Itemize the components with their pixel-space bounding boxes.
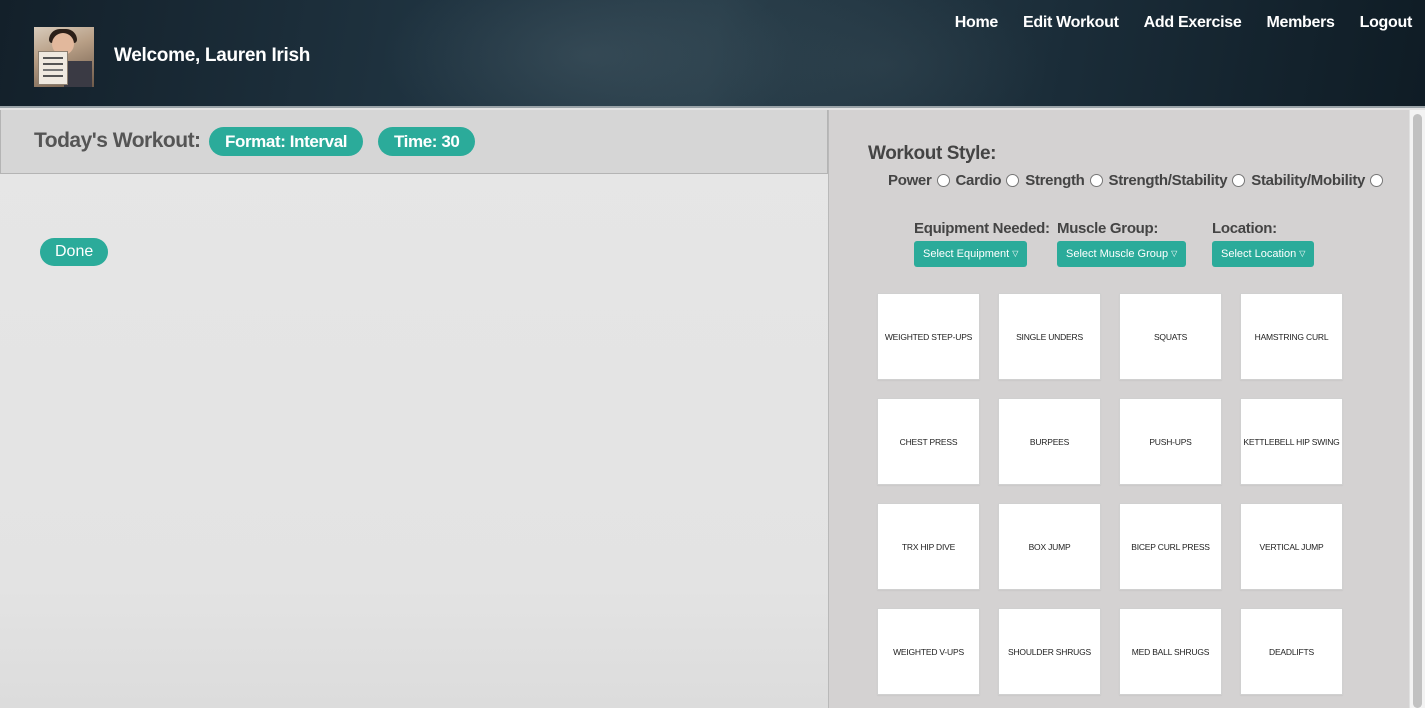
radio-strength-stability[interactable]	[1232, 174, 1246, 187]
top-nav: Home Edit Workout Add Exercise Members L…	[955, 14, 1413, 32]
muscle-group-dropdown[interactable]: Select Muscle Group ▽	[1057, 241, 1187, 267]
exercise-card[interactable]: PUSH-UPS	[1119, 398, 1222, 485]
welcome-text: Welcome, Lauren Irish	[114, 45, 311, 66]
chevron-down-icon: ▽	[1171, 249, 1178, 258]
style-option-stability-mobility[interactable]: Stability/Mobility	[1251, 172, 1384, 189]
location-dropdown[interactable]: Select Location ▽	[1212, 241, 1315, 267]
style-option-power[interactable]: Power	[888, 172, 950, 189]
today-workout-bar: Today's Workout: Format: Interval Time: …	[0, 110, 828, 174]
avatar[interactable]	[34, 27, 94, 87]
exercise-card[interactable]: SQUATS	[1119, 293, 1222, 380]
app-header: Welcome, Lauren Irish Home Edit Workout …	[0, 0, 1425, 108]
exercise-panel: Workout Style: Power Cardio Strength Str…	[828, 110, 1425, 708]
nav-edit-workout[interactable]: Edit Workout	[1023, 14, 1119, 32]
chevron-down-icon: ▽	[1012, 249, 1019, 258]
exercise-card[interactable]: SINGLE UNDERS	[998, 293, 1101, 380]
style-option-cardio[interactable]: Cardio	[956, 172, 1020, 189]
exercise-card[interactable]: BICEP CURL PRESS	[1119, 503, 1222, 590]
exercise-card[interactable]: HAMSTRING CURL	[1240, 293, 1343, 380]
exercise-grid: WEIGHTED STEP-UPS SINGLE UNDERS SQUATS H…	[877, 293, 1343, 695]
done-button[interactable]: Done	[40, 238, 109, 266]
exercise-card[interactable]: BURPEES	[998, 398, 1101, 485]
exercise-card[interactable]: TRX HIP DIVE	[877, 503, 980, 590]
style-option-strength[interactable]: Strength	[1025, 172, 1103, 189]
exercise-card[interactable]: WEIGHTED STEP-UPS	[877, 293, 980, 380]
workout-style-options: Power Cardio Strength Strength/Stability…	[888, 172, 1389, 189]
equipment-dropdown[interactable]: Select Equipment ▽	[914, 241, 1028, 267]
radio-stability-mobility[interactable]	[1370, 174, 1384, 187]
muscle-group-filter: Muscle Group: Select Muscle Group ▽	[1057, 220, 1187, 267]
vertical-scrollbar[interactable]	[1409, 110, 1425, 708]
today-workout-title: Today's Workout:	[34, 129, 201, 152]
location-label: Location:	[1212, 220, 1277, 237]
nav-add-exercise[interactable]: Add Exercise	[1144, 14, 1242, 32]
nav-members[interactable]: Members	[1266, 14, 1334, 32]
chevron-down-icon: ▽	[1299, 249, 1306, 258]
nav-home[interactable]: Home	[955, 14, 999, 32]
workout-style-title: Workout Style:	[868, 143, 997, 164]
radio-cardio[interactable]	[1006, 174, 1020, 187]
muscle-group-label: Muscle Group:	[1057, 220, 1159, 237]
exercise-card[interactable]: BOX JUMP	[998, 503, 1101, 590]
exercise-card[interactable]: WEIGHTED V-UPS	[877, 608, 980, 695]
exercise-card[interactable]: SHOULDER SHRUGS	[998, 608, 1101, 695]
workout-panel: Today's Workout: Format: Interval Time: …	[0, 110, 828, 708]
scrollbar-thumb[interactable]	[1413, 114, 1422, 708]
exercise-card[interactable]: DEADLIFTS	[1240, 608, 1343, 695]
exercise-card[interactable]: CHEST PRESS	[877, 398, 980, 485]
time-badge: Time: 30	[378, 127, 476, 156]
location-filter: Location: Select Location ▽	[1212, 220, 1315, 267]
equipment-label: Equipment Needed:	[914, 220, 1050, 237]
nav-logout[interactable]: Logout	[1360, 14, 1413, 32]
exercise-card[interactable]: KETTLEBELL HIP SWING	[1240, 398, 1343, 485]
exercise-card[interactable]: VERTICAL JUMP	[1240, 503, 1343, 590]
format-badge: Format: Interval	[209, 127, 364, 156]
radio-strength[interactable]	[1089, 174, 1103, 187]
equipment-filter: Equipment Needed: Select Equipment ▽	[914, 220, 1050, 267]
style-option-strength-stability[interactable]: Strength/Stability	[1109, 172, 1246, 189]
exercise-card[interactable]: MED BALL SHRUGS	[1119, 608, 1222, 695]
radio-power[interactable]	[936, 174, 950, 187]
